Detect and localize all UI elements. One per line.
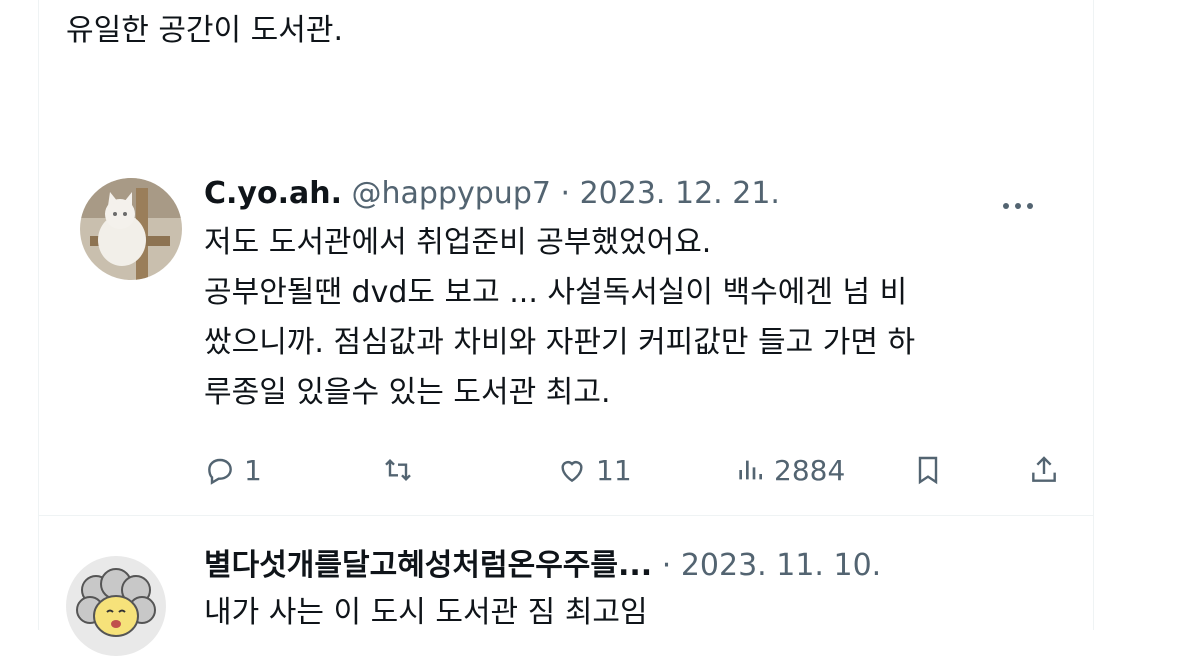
bookmark-icon [918,456,938,485]
reply-icon [208,458,232,485]
action-bar: 1 11 2884 [204,450,1094,490]
reply-text: 저도 도서관에서 취업준비 공부했었어요. 공부안될땐 dvd도 보고 ... … [204,218,1084,418]
share-button[interactable] [1028,450,1060,490]
timeline-right-border [1093,0,1094,630]
reply-header: C.yo.ah. @happypup7 · 2023. 12. 21. [204,174,780,214]
reply-text-line: 공부안될땐 dvd도 보고 ... 사설독서실이 백수에겐 넘 비 [204,275,908,310]
reply-header: 별다섯개를달고혜성처럼온우주를... · 2023. 11. 10. [204,546,881,586]
reply-text-line: 내가 사는 이 도시 도서관 짐 최고임 [204,595,648,630]
reply-text-line: 저도 도서관에서 취업준비 공부했었어요. [204,225,712,260]
view-count: 2884 [774,453,846,487]
avatar[interactable] [80,178,182,280]
like-button[interactable]: 11 [556,450,632,490]
sheep-avatar-icon [66,556,166,656]
views-button[interactable]: 2884 [734,450,845,490]
like-count: 11 [596,453,632,487]
previous-tweet-last-line: 유일한 공간이 도서관. [66,13,344,48]
display-name[interactable]: 별다섯개를달고혜성처럼온우주를... [204,548,652,583]
timestamp[interactable]: 2023. 11. 10. [681,548,881,583]
display-name[interactable]: C.yo.ah. [204,176,342,211]
cat-photo-icon [80,178,182,280]
analytics-icon [739,460,762,480]
reply-count: 1 [244,453,262,487]
previous-tweet-text: 유일한 공간이 도서관. [66,0,1026,56]
handle[interactable]: @happypup7 [352,176,551,211]
separator: · [652,548,681,583]
separator: · [550,176,580,211]
reply-tweet[interactable]: 별다섯개를달고혜성처럼온우주를... · 2023. 11. 10. 내가 사는… [38,516,1093,656]
reply-text-line: 루종일 있을수 있는 도서관 최고. [204,375,611,410]
reply-button[interactable]: 1 [204,450,262,490]
retweet-button[interactable] [382,450,422,490]
retweet-icon [385,458,411,482]
reply-text: 내가 사는 이 도시 도서관 짐 최고임 [204,588,1084,638]
bookmark-button[interactable] [912,450,944,490]
reply-text-line: 쌌으니까. 점심값과 차비와 자판기 커피값만 들고 가면 하 [204,325,916,360]
heart-icon [561,461,583,483]
timestamp[interactable]: 2023. 12. 21. [580,176,780,211]
reply-tweet[interactable]: C.yo.ah. @happypup7 · 2023. 12. 21. 저도 도… [38,150,1093,516]
share-icon [1032,456,1056,482]
more-horizontal-icon[interactable] [1001,188,1035,218]
avatar[interactable] [66,556,166,656]
